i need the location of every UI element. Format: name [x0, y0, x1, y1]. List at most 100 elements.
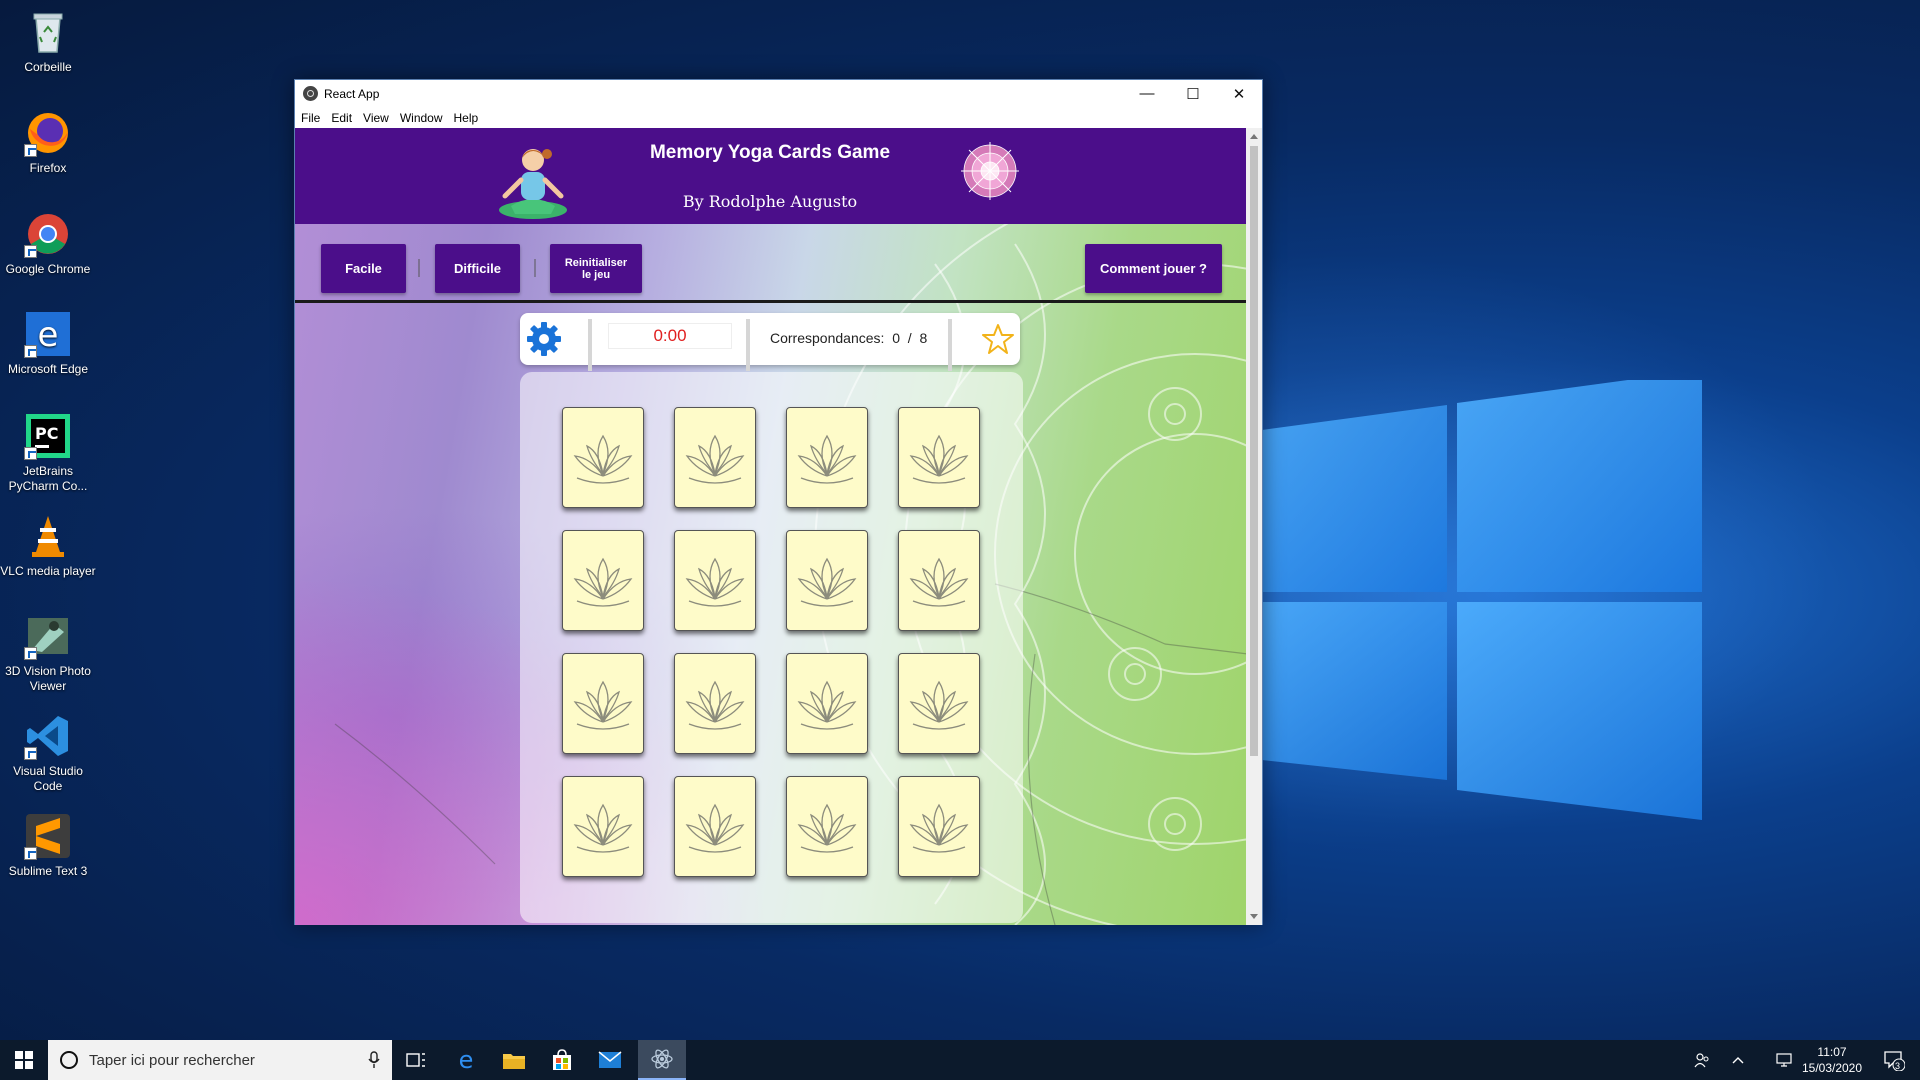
score-divider: [746, 319, 750, 371]
desktop-icon-firefox[interactable]: Firefox: [0, 109, 96, 176]
desktop-icon-pycharm[interactable]: PC JetBrains PyCharm Co...: [0, 412, 96, 494]
start-button[interactable]: [0, 1040, 48, 1080]
reset-label-line2: le jeu: [581, 268, 611, 281]
memory-card[interactable]: [562, 407, 644, 508]
window-titlebar[interactable]: React App — ☐ ✕: [295, 80, 1262, 107]
desktop-icon-label: Corbeille: [24, 60, 72, 74]
vscode-icon: [24, 712, 72, 760]
lotus-icon: [685, 803, 745, 853]
desktop-icon-label: 3D Vision Photo Viewer: [5, 664, 91, 693]
cortana-icon: [60, 1051, 78, 1069]
app-author: By Rodolphe Augusto: [682, 192, 858, 211]
minimize-button[interactable]: —: [1124, 80, 1170, 107]
lotus-icon: [909, 680, 969, 730]
store-icon: [553, 1049, 571, 1070]
taskbar-mail[interactable]: [586, 1040, 634, 1080]
clock-date: 15/03/2020: [1801, 1061, 1863, 1075]
reset-label-line1: Reinitialiser: [564, 256, 628, 269]
shortcut-arrow-icon: [24, 447, 37, 460]
easy-button[interactable]: Facile: [321, 244, 406, 293]
desktop-icon-chrome[interactable]: Google Chrome: [0, 210, 96, 277]
app-content: Memory Yoga Cards Game By Rodolphe Augus…: [295, 128, 1248, 925]
memory-card[interactable]: [898, 776, 980, 877]
close-button[interactable]: ✕: [1216, 80, 1262, 107]
lotus-icon: [797, 434, 857, 484]
memory-card[interactable]: [674, 776, 756, 877]
desktop-icon-vscode[interactable]: Visual Studio Code: [0, 712, 96, 794]
desktop-icon-label: Sublime Text 3: [8, 864, 88, 878]
clock-time: 11:07: [1817, 1045, 1847, 1059]
app-title: Memory Yoga Cards Game: [649, 142, 891, 163]
task-view-button[interactable]: [392, 1040, 440, 1080]
menu-file[interactable]: File: [301, 111, 320, 125]
memory-card[interactable]: [674, 653, 756, 754]
memory-card[interactable]: [786, 407, 868, 508]
menu-window[interactable]: Window: [400, 111, 443, 125]
memory-card[interactable]: [898, 530, 980, 631]
windows-start-icon: [15, 1051, 33, 1069]
desktop-icon-recycle-bin[interactable]: Corbeille: [0, 8, 96, 75]
hard-button[interactable]: Difficile: [435, 244, 520, 293]
reset-game-button[interactable]: Reinitialiser le jeu: [550, 244, 642, 293]
matches-separator: /: [907, 330, 912, 346]
taskbar: Taper ici pour rechercher e 11:07 15/03/…: [0, 1040, 1920, 1080]
score-panel: 0:00 Correspondances: 0 / 8: [520, 313, 1020, 371]
desktop-icon-label: Visual Studio Code: [13, 764, 83, 793]
show-hidden-icons-button[interactable]: [1724, 1040, 1752, 1080]
how-to-play-button[interactable]: Comment jouer ?: [1085, 244, 1222, 293]
taskbar-edge[interactable]: e: [442, 1040, 490, 1080]
taskbar-clock[interactable]: 11:07 15/03/2020: [1784, 1044, 1880, 1076]
taskbar-react-app[interactable]: [638, 1040, 686, 1080]
lotus-icon: [573, 434, 633, 484]
desktop-icon-3d-vision[interactable]: 3D Vision Photo Viewer: [0, 612, 96, 694]
svg-text:PC: PC: [35, 424, 58, 443]
scroll-down-arrow-icon[interactable]: [1250, 914, 1258, 919]
desktop-icon-vlc[interactable]: VLC media player: [0, 512, 96, 579]
lotus-icon: [909, 557, 969, 607]
memory-card[interactable]: [786, 530, 868, 631]
task-view-icon: [406, 1053, 425, 1067]
score-divider: [948, 319, 952, 371]
taskbar-store[interactable]: [538, 1040, 586, 1080]
app-window: React App — ☐ ✕ File Edit View Window He…: [294, 79, 1263, 925]
memory-card[interactable]: [674, 530, 756, 631]
memory-card[interactable]: [898, 653, 980, 754]
action-center-button[interactable]: 3: [1876, 1040, 1912, 1080]
vertical-scrollbar[interactable]: [1246, 128, 1262, 925]
toolbar-divider: [418, 259, 420, 277]
people-icon: [1694, 1053, 1709, 1068]
people-button[interactable]: [1688, 1040, 1716, 1080]
desktop-icon-sublime[interactable]: Sublime Text 3: [0, 812, 96, 879]
settings-gear-icon[interactable]: [524, 319, 564, 359]
recycle-bin-icon: [24, 8, 72, 56]
memory-card[interactable]: [562, 653, 644, 754]
scroll-up-arrow-icon[interactable]: [1250, 134, 1258, 139]
microphone-icon[interactable]: [368, 1051, 380, 1069]
firefox-icon: [24, 109, 72, 157]
menu-edit[interactable]: Edit: [331, 111, 352, 125]
memory-card[interactable]: [786, 653, 868, 754]
pycharm-icon: PC: [24, 412, 72, 460]
matches-found: 0: [892, 330, 900, 346]
menu-help[interactable]: Help: [454, 111, 479, 125]
desktop-icon-edge[interactable]: e Microsoft Edge: [0, 310, 96, 377]
lotus-icon: [797, 557, 857, 607]
matches-total: 8: [919, 330, 928, 346]
menu-view[interactable]: View: [363, 111, 389, 125]
memory-card[interactable]: [898, 407, 980, 508]
memory-card[interactable]: [562, 776, 644, 877]
scrollbar-thumb[interactable]: [1250, 146, 1258, 756]
shortcut-arrow-icon: [24, 144, 37, 157]
mandala-flower-icon: [961, 142, 1019, 200]
lotus-icon: [797, 680, 857, 730]
memory-card[interactable]: [786, 776, 868, 877]
shortcut-arrow-icon: [24, 847, 37, 860]
desktop-icon-label: Firefox: [29, 161, 67, 175]
sublime-icon: [24, 812, 72, 860]
maximize-button[interactable]: ☐: [1170, 80, 1216, 107]
memory-card[interactable]: [674, 407, 756, 508]
memory-card[interactable]: [562, 530, 644, 631]
lotus-icon: [685, 434, 745, 484]
taskbar-file-explorer[interactable]: [490, 1040, 538, 1080]
taskbar-search-box[interactable]: Taper ici pour rechercher: [48, 1040, 392, 1080]
